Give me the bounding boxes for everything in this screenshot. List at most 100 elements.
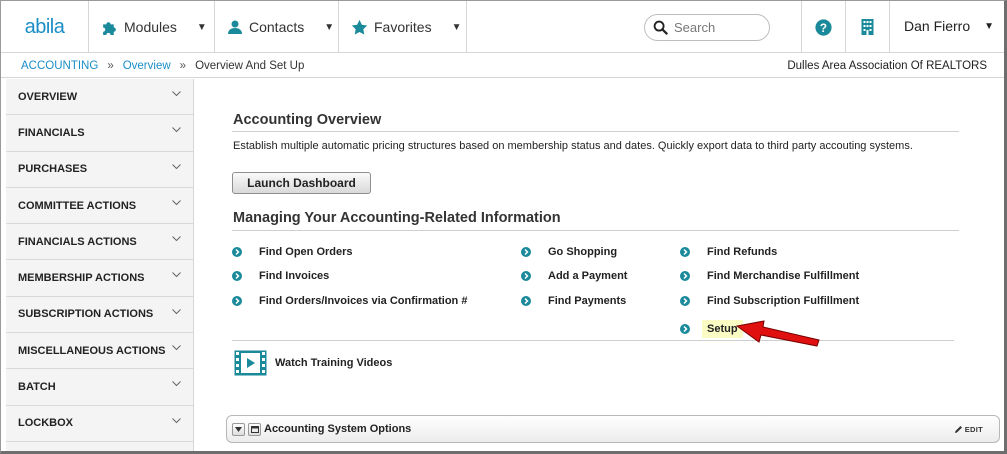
arrow-bullet-icon bbox=[680, 271, 690, 281]
window-icon bbox=[250, 425, 259, 433]
accounting-system-options-panel: Accounting System Options EDIT bbox=[226, 415, 1000, 443]
breadcrumb-accounting[interactable]: ACCOUNTING bbox=[21, 60, 98, 72]
nav-modules[interactable]: Modules ▼ bbox=[89, 1, 215, 53]
chevron-down-icon bbox=[172, 127, 181, 133]
chevron-down-icon: ▼ bbox=[984, 21, 995, 32]
managing-title: Managing Your Accounting-Related Informa… bbox=[233, 210, 561, 226]
sidebar-item-label: COMMITTEE ACTIONS bbox=[18, 199, 137, 212]
help-icon: ? bbox=[815, 18, 832, 36]
link-label: Find Subscription Fulfillment bbox=[707, 295, 860, 307]
building-icon bbox=[861, 19, 874, 35]
search-box[interactable] bbox=[644, 13, 770, 41]
chevron-down-icon: ▼ bbox=[451, 21, 462, 33]
chevron-down-icon bbox=[172, 163, 181, 169]
sidebar-item-miscellaneous-actions[interactable]: MISCELLANEOUS ACTIONS bbox=[6, 333, 193, 370]
user-menu[interactable]: Dan Fierro ▼ bbox=[890, 1, 1004, 53]
chevron-down-icon bbox=[172, 91, 181, 97]
link-go-shopping[interactable]: Go Shopping bbox=[521, 246, 617, 258]
breadcrumb-overview[interactable]: Overview bbox=[123, 60, 171, 72]
abila-logo[interactable]: abila bbox=[1, 1, 89, 53]
arrow-bullet-icon bbox=[521, 247, 531, 257]
nav-favorites-label: Favorites bbox=[374, 19, 432, 35]
breadcrumb-separator: » bbox=[179, 59, 187, 72]
sidebar-item-subscription-actions[interactable]: SUBSCRIPTION ACTIONS bbox=[6, 297, 193, 334]
nav-favorites[interactable]: Favorites ▼ bbox=[339, 1, 467, 53]
puzzle-icon bbox=[103, 21, 116, 35]
search-input[interactable] bbox=[674, 19, 764, 35]
overview-title: Accounting Overview bbox=[233, 112, 382, 128]
link-label: Find Refunds bbox=[707, 246, 778, 258]
sidebar-item-financials[interactable]: FINANCIALS bbox=[6, 115, 193, 152]
edit-button[interactable]: EDIT bbox=[954, 425, 983, 434]
arrow-bullet-icon bbox=[232, 247, 242, 257]
organization-button[interactable] bbox=[846, 1, 890, 53]
sidebar-item-purchases[interactable]: PURCHASES bbox=[6, 152, 193, 188]
chevron-down-icon: ▼ bbox=[196, 21, 207, 33]
link-label: Find Open Orders bbox=[259, 246, 353, 258]
sidebar: OVERVIEW FINANCIALS PURCHASES COMMITTEE … bbox=[6, 79, 194, 451]
sidebar-item-label: LOCKBOX bbox=[18, 417, 73, 430]
red-arrow-annotation bbox=[735, 320, 820, 347]
chevron-down-icon bbox=[172, 417, 181, 423]
sidebar-item-label: FINANCIALS bbox=[18, 126, 85, 139]
options-panel-title: Accounting System Options bbox=[264, 423, 412, 435]
arrow-bullet-icon bbox=[232, 271, 242, 281]
training-label: Watch Training Videos bbox=[275, 357, 393, 369]
link-find-invoices[interactable]: Find Invoices bbox=[232, 270, 329, 282]
organization-name: Dulles Area Association Of REALTORS bbox=[787, 59, 987, 72]
link-find-orders-invoices-confirmation[interactable]: Find Orders/Invoices via Confirmation # bbox=[232, 295, 467, 307]
link-label: Add a Payment bbox=[548, 270, 628, 282]
breadcrumb-separator: » bbox=[107, 59, 114, 72]
link-find-merchandise-fulfillment[interactable]: Find Merchandise Fulfillment bbox=[680, 270, 859, 282]
sidebar-item-label: MISCELLANEOUS ACTIONS bbox=[18, 344, 166, 357]
chevron-down-icon bbox=[172, 200, 181, 206]
sidebar-item-label: BATCH bbox=[18, 381, 56, 394]
divider bbox=[232, 340, 954, 341]
film-play-icon bbox=[234, 350, 267, 376]
link-label: Find Payments bbox=[548, 295, 627, 307]
window-toggle-button[interactable] bbox=[248, 422, 261, 436]
link-add-a-payment[interactable]: Add a Payment bbox=[521, 270, 627, 282]
collapse-toggle-button[interactable] bbox=[232, 422, 245, 436]
link-find-subscription-fulfillment[interactable]: Find Subscription Fulfillment bbox=[680, 295, 859, 307]
sidebar-item-label: SUBSCRIPTION ACTIONS bbox=[18, 308, 154, 321]
chevron-down-icon bbox=[172, 345, 181, 351]
sidebar-item-label: FINANCIALS ACTIONS bbox=[18, 235, 137, 248]
link-label: Find Invoices bbox=[259, 270, 330, 282]
help-button[interactable]: ? bbox=[802, 1, 846, 53]
link-find-open-orders[interactable]: Find Open Orders bbox=[232, 246, 353, 258]
chevron-down-icon bbox=[172, 381, 181, 387]
pencil-icon bbox=[954, 425, 962, 433]
link-find-payments[interactable]: Find Payments bbox=[521, 295, 626, 307]
arrow-bullet-icon bbox=[680, 324, 690, 334]
arrow-bullet-icon bbox=[521, 271, 531, 281]
nav-contacts-label: Contacts bbox=[249, 19, 305, 35]
app-window: abila Modules ▼ Contacts ▼ Favorites ▼ S… bbox=[0, 0, 1007, 454]
caret-down-icon bbox=[235, 426, 242, 432]
launch-dashboard-button[interactable]: Launch Dashboard bbox=[232, 172, 371, 194]
arrow-bullet-icon bbox=[680, 247, 690, 257]
svg-text:?: ? bbox=[820, 21, 827, 34]
main-content: Accounting Overview Establish multiple a… bbox=[194, 79, 1004, 451]
sidebar-item-financials-actions[interactable]: FINANCIALS ACTIONS bbox=[6, 224, 193, 261]
sidebar-item-batch[interactable]: BATCH bbox=[6, 369, 193, 406]
sidebar-item-committee-actions[interactable]: COMMITTEE ACTIONS bbox=[6, 188, 193, 225]
nav-contacts[interactable]: Contacts ▼ bbox=[215, 1, 339, 53]
divider bbox=[232, 230, 959, 231]
sidebar-item-lockbox[interactable]: LOCKBOX bbox=[6, 406, 193, 442]
link-label: Find Orders/Invoices via Confirmation # bbox=[259, 295, 468, 307]
chevron-down-icon bbox=[172, 308, 181, 314]
person-icon bbox=[228, 20, 242, 34]
top-navigation-bar: abila Modules ▼ Contacts ▼ Favorites ▼ S… bbox=[1, 1, 1004, 53]
chevron-down-icon bbox=[172, 272, 181, 278]
watch-training-videos[interactable]: Watch Training Videos bbox=[234, 350, 392, 376]
arrow-bullet-icon bbox=[232, 296, 242, 306]
search-area bbox=[644, 1, 802, 53]
nav-modules-label: Modules bbox=[124, 19, 177, 35]
sidebar-item-membership-actions[interactable]: MEMBERSHIP ACTIONS bbox=[6, 260, 193, 297]
sidebar-item-overview[interactable]: OVERVIEW bbox=[6, 79, 193, 116]
overview-description: Establish multiple automatic pricing str… bbox=[233, 140, 913, 152]
link-find-refunds[interactable]: Find Refunds bbox=[680, 246, 777, 258]
chevron-down-icon bbox=[172, 236, 181, 242]
